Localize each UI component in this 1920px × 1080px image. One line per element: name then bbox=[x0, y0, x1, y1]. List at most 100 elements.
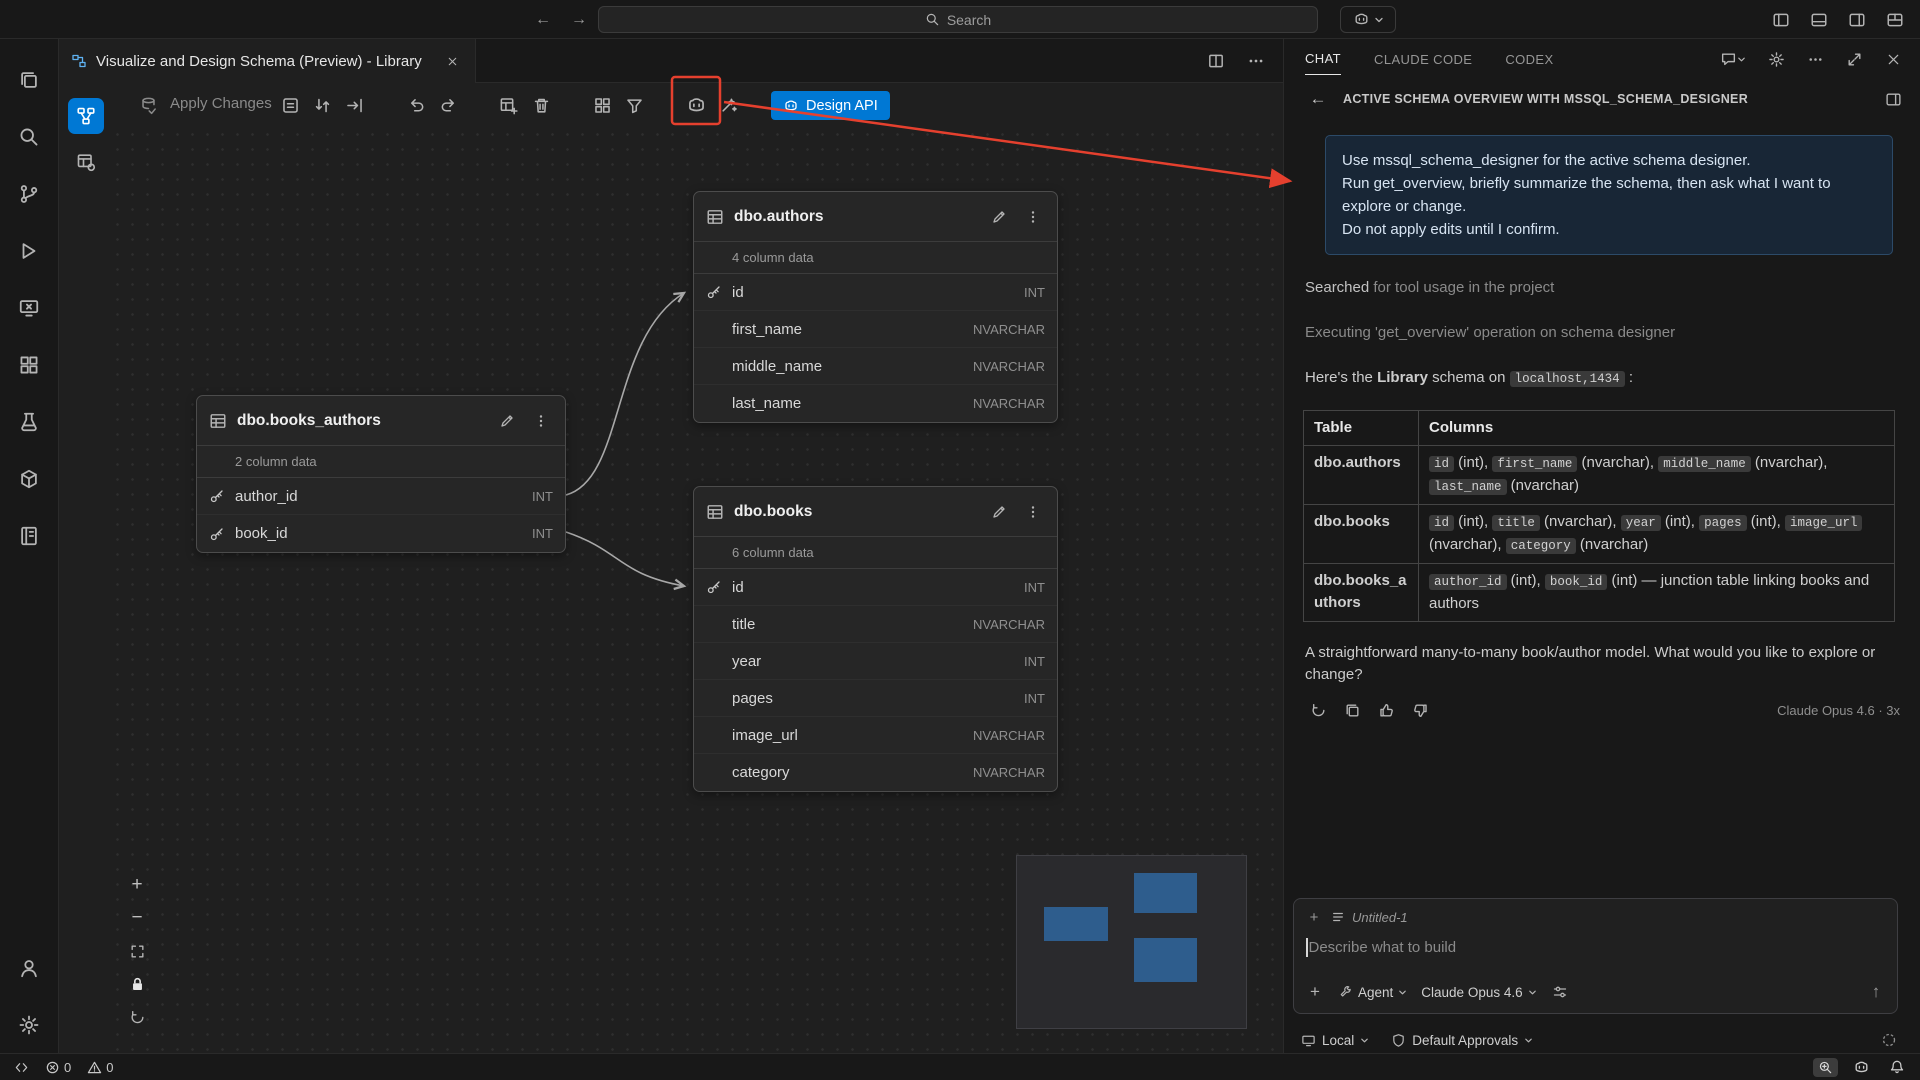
design-api-button[interactable]: Design API bbox=[771, 91, 890, 120]
notifications-bell-icon[interactable] bbox=[1884, 1054, 1910, 1080]
settings-gear-icon[interactable] bbox=[6, 996, 52, 1053]
back-icon[interactable]: ← bbox=[1305, 86, 1331, 112]
table-node-header[interactable]: dbo.books bbox=[694, 487, 1057, 537]
zoom-status-icon[interactable] bbox=[1813, 1058, 1838, 1077]
thumbs-up-icon[interactable] bbox=[1373, 697, 1399, 723]
retry-icon[interactable] bbox=[1305, 697, 1331, 723]
table-node-books-authors[interactable]: dbo.books_authors 2 column data author_i… bbox=[196, 395, 566, 553]
activity-testing-icon[interactable] bbox=[6, 393, 52, 450]
session-history-icon[interactable] bbox=[1876, 1027, 1902, 1053]
copilot-schema-icon[interactable] bbox=[683, 92, 709, 118]
activity-source-control-icon[interactable] bbox=[6, 165, 52, 222]
auto-layout-icon[interactable] bbox=[277, 92, 303, 118]
tab-close-icon[interactable] bbox=[441, 50, 463, 72]
copilot-status-icon[interactable] bbox=[1848, 1054, 1874, 1080]
context-file-chip[interactable]: Untitled-1 bbox=[1352, 910, 1408, 925]
account-icon[interactable] bbox=[6, 939, 52, 996]
schema-column-row[interactable]: titleNVARCHAR bbox=[694, 606, 1057, 643]
editor-more-actions-icon[interactable] bbox=[1243, 48, 1269, 74]
apply-changes-button[interactable]: Apply Changes bbox=[170, 95, 272, 112]
view-grid-icon[interactable] bbox=[589, 92, 615, 118]
tab-claude-code[interactable]: CLAUDE CODE bbox=[1374, 42, 1472, 75]
table-menu-icon[interactable] bbox=[1021, 205, 1045, 229]
chat-input-box[interactable]: + Untitled-1 Describe what to build + Ag… bbox=[1293, 898, 1898, 1014]
chat-maximize-icon[interactable] bbox=[1841, 46, 1867, 72]
chat-more-actions-icon[interactable] bbox=[1802, 46, 1828, 72]
copilot-menu-button[interactable] bbox=[1340, 6, 1396, 33]
tab-schema-designer[interactable]: Visualize and Design Schema (Preview) - … bbox=[59, 39, 476, 83]
table-menu-icon[interactable] bbox=[529, 409, 553, 433]
edit-table-icon[interactable] bbox=[495, 409, 519, 433]
split-editor-icon[interactable] bbox=[1203, 48, 1229, 74]
thumbs-down-icon[interactable] bbox=[1407, 697, 1433, 723]
environment-dropdown[interactable]: Local bbox=[1301, 1033, 1369, 1048]
agent-mode-dropdown[interactable]: Agent bbox=[1334, 982, 1411, 1003]
redo-icon[interactable] bbox=[435, 92, 461, 118]
warnings-status[interactable]: 0 bbox=[83, 1056, 117, 1078]
fit-view-button[interactable] bbox=[124, 938, 150, 964]
schema-canvas[interactable]: dbo.authors 4 column data idINTfirst_nam… bbox=[110, 127, 1283, 1053]
zoom-in-button[interactable]: + bbox=[124, 872, 150, 898]
attach-icon[interactable]: + bbox=[1302, 979, 1328, 1005]
remote-indicator[interactable] bbox=[10, 1056, 33, 1078]
activity-notebook-icon[interactable] bbox=[6, 507, 52, 564]
minimap[interactable] bbox=[1016, 855, 1247, 1029]
schema-column-row[interactable]: last_nameNVARCHAR bbox=[694, 385, 1057, 422]
approvals-dropdown[interactable]: Default Approvals bbox=[1391, 1033, 1533, 1048]
lock-canvas-button[interactable] bbox=[124, 971, 150, 997]
code-wand-icon[interactable] bbox=[715, 92, 741, 118]
nav-forward-icon[interactable]: → bbox=[566, 7, 592, 33]
delete-table-icon[interactable] bbox=[528, 92, 554, 118]
schema-definition-button[interactable] bbox=[68, 144, 104, 180]
toggle-panel-left-icon[interactable] bbox=[1768, 7, 1794, 33]
toggle-panel-right-icon[interactable] bbox=[1844, 7, 1870, 33]
nav-back-icon[interactable]: ← bbox=[530, 7, 556, 33]
copy-icon[interactable] bbox=[1339, 697, 1365, 723]
activity-run-debug-icon[interactable] bbox=[6, 222, 52, 279]
schema-column-row[interactable]: author_idINT bbox=[197, 478, 565, 515]
schema-column-row[interactable]: middle_nameNVARCHAR bbox=[694, 348, 1057, 385]
table-node-books[interactable]: dbo.books 6 column data idINTtitleNVARCH… bbox=[693, 486, 1058, 792]
activity-remote-icon[interactable] bbox=[6, 279, 52, 336]
schema-column-row[interactable]: categoryNVARCHAR bbox=[694, 754, 1057, 791]
add-table-icon[interactable] bbox=[495, 92, 521, 118]
tab-codex[interactable]: CODEX bbox=[1505, 42, 1553, 75]
table-node-header[interactable]: dbo.authors bbox=[694, 192, 1057, 242]
chat-mode-dropdown[interactable] bbox=[1716, 46, 1750, 72]
send-button[interactable]: ↑ bbox=[1863, 979, 1889, 1005]
zoom-out-button[interactable]: − bbox=[124, 905, 150, 931]
activity-explorer-icon[interactable] bbox=[6, 51, 52, 108]
export-icon[interactable] bbox=[341, 92, 367, 118]
tools-config-icon[interactable] bbox=[1547, 979, 1573, 1005]
command-center-search[interactable]: Search bbox=[598, 6, 1318, 33]
table-menu-icon[interactable] bbox=[1021, 500, 1045, 524]
apply-changes-icon[interactable] bbox=[135, 92, 161, 118]
edit-table-icon[interactable] bbox=[987, 500, 1011, 524]
chat-close-icon[interactable] bbox=[1880, 46, 1906, 72]
toggle-panel-bottom-icon[interactable] bbox=[1806, 7, 1832, 33]
table-node-authors[interactable]: dbo.authors 4 column data idINTfirst_nam… bbox=[693, 191, 1058, 423]
model-picker-dropdown[interactable]: Claude Opus 4.6 bbox=[1417, 982, 1540, 1003]
chat-input-placeholder[interactable]: Describe what to build bbox=[1309, 939, 1457, 956]
undo-icon[interactable] bbox=[403, 92, 429, 118]
customize-layout-icon[interactable] bbox=[1882, 7, 1908, 33]
activity-extensions-icon[interactable] bbox=[6, 336, 52, 393]
schema-column-row[interactable]: book_idINT bbox=[197, 515, 565, 552]
table-node-header[interactable]: dbo.books_authors bbox=[197, 396, 565, 446]
tab-chat[interactable]: CHAT bbox=[1305, 41, 1341, 75]
reset-view-button[interactable] bbox=[124, 1004, 150, 1030]
compare-changes-icon[interactable] bbox=[309, 92, 335, 118]
chat-settings-gear-icon[interactable] bbox=[1763, 46, 1789, 72]
activity-package-icon[interactable] bbox=[6, 450, 52, 507]
filter-icon[interactable] bbox=[621, 92, 647, 118]
activity-search-icon[interactable] bbox=[6, 108, 52, 165]
schema-column-row[interactable]: yearINT bbox=[694, 643, 1057, 680]
schema-column-row[interactable]: pagesINT bbox=[694, 680, 1057, 717]
schema-column-row[interactable]: idINT bbox=[694, 569, 1057, 606]
edit-table-icon[interactable] bbox=[987, 205, 1011, 229]
schema-column-row[interactable]: image_urlNVARCHAR bbox=[694, 717, 1057, 754]
schema-column-row[interactable]: first_nameNVARCHAR bbox=[694, 311, 1057, 348]
add-context-icon[interactable]: + bbox=[1304, 907, 1324, 927]
errors-status[interactable]: 0 bbox=[41, 1056, 75, 1078]
open-in-editor-icon[interactable] bbox=[1880, 86, 1906, 112]
